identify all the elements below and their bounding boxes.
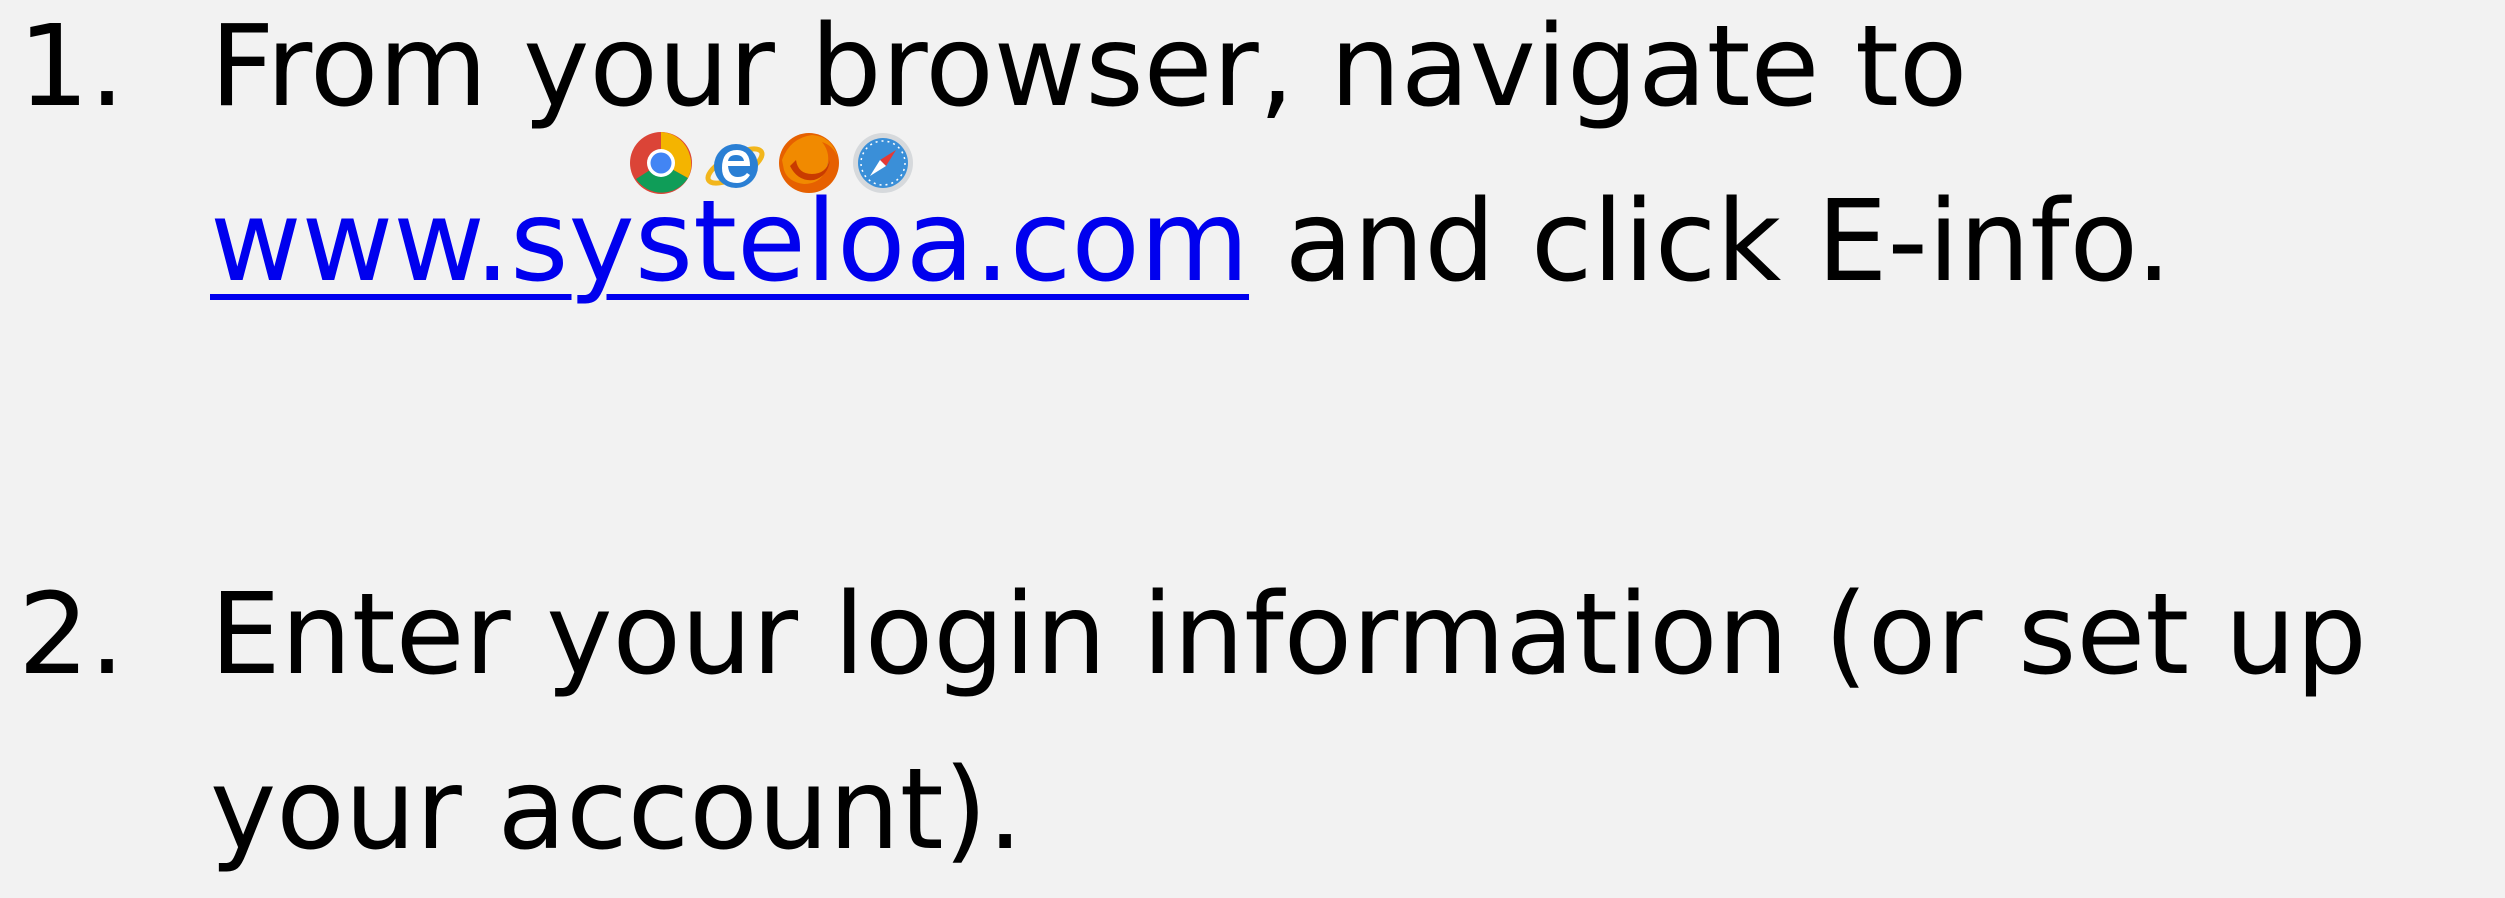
- internet-explorer-icon: [705, 144, 765, 188]
- step-1-line-2-rest: and click E-info.: [1249, 177, 2172, 307]
- browser-icons: [628, 130, 916, 198]
- step-1-line-2: www.systeloa.com and click E-info.: [210, 155, 2172, 330]
- step-1: 1. From your browser, navigate to www.sy…: [0, 0, 2505, 340]
- step-1-number: 1.: [18, 2, 125, 132]
- step-1-line-1: From your browser, navigate to: [210, 2, 1968, 132]
- step-2-number: 2.: [18, 570, 125, 700]
- step-2-line-2: your account).: [210, 745, 1023, 875]
- firefox-icon: [779, 133, 839, 193]
- step-2-line-1: Enter your login information (or set up: [210, 570, 2367, 700]
- safari-icon: [853, 133, 913, 193]
- step-2: 2. Enter your login information (or set …: [0, 548, 2505, 898]
- chrome-icon: [630, 132, 692, 194]
